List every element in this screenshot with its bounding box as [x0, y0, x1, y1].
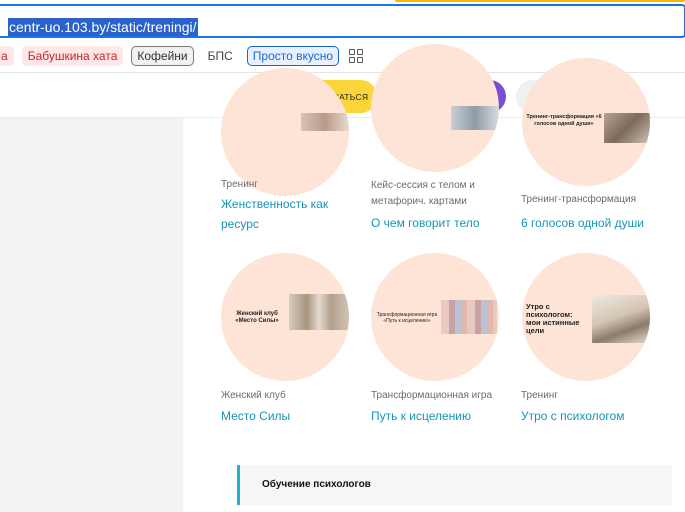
card-title-link[interactable]: Место Силы [221, 406, 371, 426]
card-photo [301, 113, 349, 131]
card-photo [604, 113, 650, 143]
bookmark-item[interactable]: Кофейни [131, 46, 194, 66]
bookmark-item[interactable]: а [0, 46, 14, 66]
card-photo [592, 295, 650, 343]
section-header: Обучение психологов [237, 465, 672, 505]
card-category: Трансформационная игра [371, 390, 493, 401]
card-poster-text: Тренинг-трансформация «6 голосов одной д… [526, 114, 602, 127]
bookmark-item[interactable]: БПС [202, 46, 239, 66]
card-image[interactable]: Тренинг-трансформация «6 голосов одной д… [522, 58, 650, 186]
tab-strip-accent [395, 0, 685, 2]
bookmark-item[interactable]: Бабушкина хата [21, 46, 124, 66]
card-category: Женский клуб [221, 390, 286, 401]
card-poster-text: Утро с психологом: мои истинные цели [526, 302, 580, 335]
card-title-link[interactable]: Утро с психологом [521, 406, 671, 426]
browser-window: centr-uo.103.by/static/treningi/ а Бабуш… [0, 0, 685, 512]
card-title-link[interactable]: О чем говорит тело [371, 213, 521, 233]
address-bar[interactable]: centr-uo.103.by/static/treningi/ [0, 4, 685, 38]
card-category: Кейс-сессия с телом и метафорич. картами [371, 180, 475, 207]
card-image[interactable]: Утро с психологом: мои истинные цели [522, 253, 650, 381]
apps-grid-icon[interactable] [349, 49, 364, 63]
card-title-link[interactable]: Женственность как ресурс [221, 194, 336, 234]
card-photo [441, 300, 497, 334]
card-category: Тренинг [521, 390, 558, 401]
url-text[interactable]: centr-uo.103.by/static/treningi/ [8, 18, 198, 36]
card-title-link[interactable]: Путь к исцелению [371, 406, 521, 426]
card-category: Тренинг-трансформация [521, 194, 637, 205]
card-poster-text: Женский клуб «Место Силы» [235, 311, 279, 324]
card-category: Тренинг [221, 179, 258, 190]
left-column [0, 118, 183, 512]
card-poster-text: Трансформационная игра «Путь к исцелению… [376, 312, 438, 324]
card-image[interactable]: Трансформационная игра «Путь к исцелению… [371, 253, 499, 381]
bookmark-item[interactable]: Просто вкусно [246, 46, 340, 66]
card-image[interactable]: Женский клуб «Место Силы» [221, 253, 349, 381]
card-title-link[interactable]: 6 голосов одной души [521, 213, 671, 233]
address-bar-area: centr-uo.103.by/static/treningi/ [0, 0, 685, 40]
section-title: Обучение психологов [262, 479, 371, 490]
card-photo [451, 106, 499, 130]
card-image[interactable] [371, 44, 499, 172]
card-photo [289, 294, 349, 330]
